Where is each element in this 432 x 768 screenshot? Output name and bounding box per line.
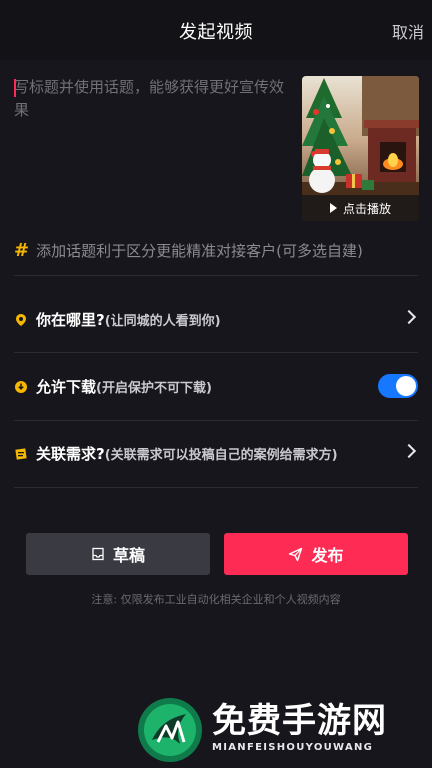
hashtag-icon: #	[14, 239, 30, 261]
divider	[14, 352, 418, 353]
download-icon	[14, 379, 28, 393]
description-placeholder: 写标题并使用话题，能够获得更好宣传效果	[14, 78, 285, 119]
draft-button[interactable]: 草稿	[26, 533, 210, 575]
toggle-knob	[396, 376, 416, 396]
publish-label: 发布	[311, 546, 344, 565]
divider	[14, 420, 418, 421]
demand-hint: (关联需求可以投稿自己的案例给需求方)	[104, 447, 338, 463]
watermark-title: 免费手游网	[212, 701, 387, 741]
divider	[14, 275, 418, 276]
notice-text: 注意: 仅限发布工业自动化相关企业和个人视频内容	[91, 593, 341, 606]
demand-label: 关联需求?	[36, 444, 105, 463]
cancel-button[interactable]: 取消	[392, 19, 424, 43]
send-icon	[289, 547, 303, 561]
chevron-right-icon	[401, 309, 417, 325]
text-cursor	[14, 79, 16, 97]
publish-button[interactable]: 发布	[224, 533, 408, 575]
topic-input[interactable]: # 添加话题利于区分更能精准对接客户(可多选自建)	[14, 238, 418, 262]
description-input[interactable]: 写标题并使用话题，能够获得更好宣传效果	[14, 76, 284, 136]
download-row: 允许下载 (开启保护不可下载)	[14, 371, 418, 401]
video-cover[interactable]: 点击播放	[302, 76, 419, 221]
location-label: 你在哪里?	[36, 310, 105, 329]
divider	[14, 487, 418, 488]
draft-label: 草稿	[112, 546, 145, 565]
location-pin-icon	[14, 312, 28, 326]
play-icon	[329, 203, 337, 213]
chevron-right-icon	[401, 443, 417, 459]
location-hint: (让同城的人看到你)	[104, 313, 221, 329]
note-icon	[14, 446, 28, 460]
watermark-logo	[138, 698, 202, 762]
top-bar: 发起视频 取消	[0, 0, 432, 60]
draft-icon	[92, 547, 104, 561]
allow-download-toggle[interactable]	[378, 374, 418, 398]
page-title: 发起视频	[179, 22, 253, 43]
play-overlay[interactable]: 点击播放	[302, 195, 419, 221]
play-label: 点击播放	[342, 201, 391, 216]
watermark-subtitle: MIANFEISHOUYOUWANG	[212, 742, 374, 753]
demand-row[interactable]: 关联需求? (关联需求可以投稿自己的案例给需求方)	[14, 438, 418, 468]
location-row[interactable]: 你在哪里? (让同城的人看到你)	[14, 304, 418, 334]
download-hint: (开启保护不可下载)	[96, 380, 212, 396]
download-label: 允许下载	[36, 377, 97, 396]
topic-placeholder: 添加话题利于区分更能精准对接客户(可多选自建)	[36, 241, 363, 260]
